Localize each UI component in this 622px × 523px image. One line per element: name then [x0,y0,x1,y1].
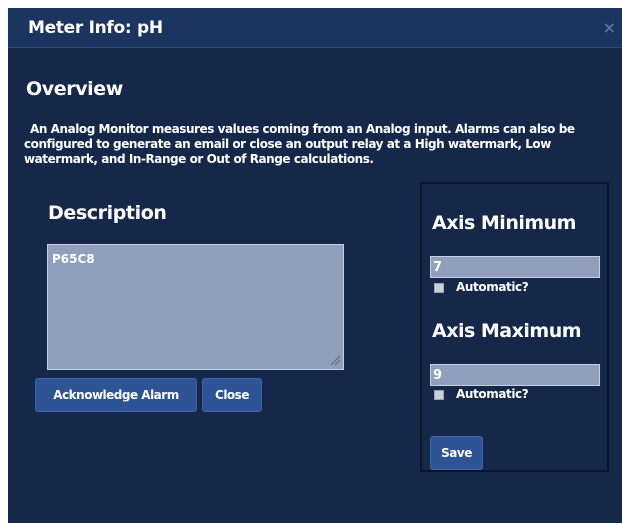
axis-minimum-automatic-checkbox[interactable] [434,283,444,293]
description-heading: Description [48,202,167,224]
acknowledge-alarm-button[interactable]: Acknowledge Alarm [35,378,197,412]
overview-heading: Overview [26,78,123,100]
axis-maximum-automatic-label: Automatic? [456,387,529,401]
meter-info-dialog: Meter Info: pH × Overview An Analog Moni… [8,8,622,523]
dialog-title: Meter Info: pH [28,18,163,38]
axis-settings-panel: Axis Minimum Automatic? Axis Maximum Aut… [420,182,609,472]
save-button[interactable]: Save [430,436,483,470]
resize-grip-icon[interactable] [329,354,341,366]
close-icon[interactable]: × [603,18,616,37]
axis-maximum-automatic-checkbox[interactable] [434,390,444,400]
axis-minimum-heading: Axis Minimum [432,212,576,234]
dialog-titlebar[interactable]: Meter Info: pH × [8,8,622,48]
overview-text: An Analog Monitor measures values coming… [24,122,575,166]
axis-minimum-automatic-label: Automatic? [456,280,529,294]
description-textarea[interactable]: P65C8 [47,244,344,370]
close-button[interactable]: Close [202,378,262,412]
axis-maximum-heading: Axis Maximum [432,320,582,342]
axis-minimum-input[interactable] [430,256,600,278]
axis-maximum-input[interactable] [430,364,600,386]
